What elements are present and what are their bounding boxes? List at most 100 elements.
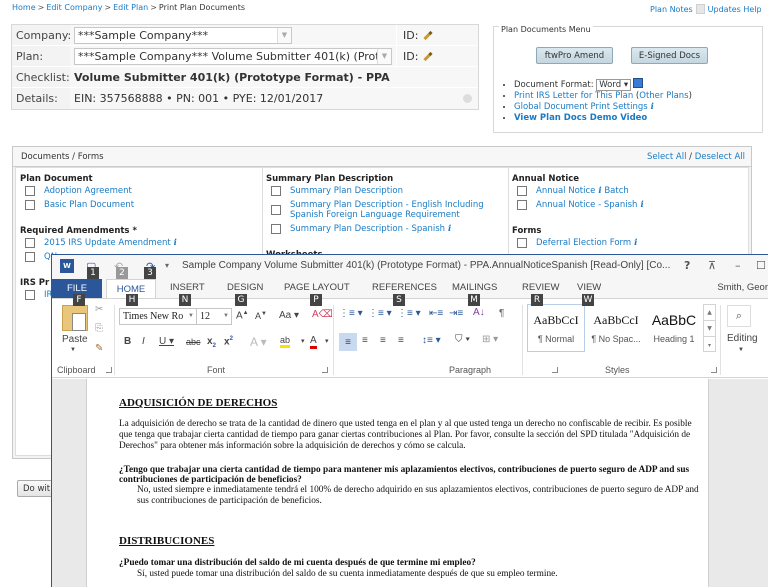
dialog-launcher-icon[interactable]: [106, 367, 112, 373]
superscript-button[interactable]: x2: [224, 336, 233, 347]
updates-help-link[interactable]: Updates Help: [708, 5, 762, 14]
e-signed-docs-button[interactable]: E-Signed Docs: [631, 47, 708, 64]
ribbon-display-icon[interactable]: ⊼: [708, 259, 716, 272]
document-page[interactable]: ADQUISICIÓN DE DERECHOS La adquisición d…: [86, 379, 709, 587]
increase-indent-icon[interactable]: ⇥≡: [449, 308, 463, 319]
document-link[interactable]: Summary Plan Description - Spanish: [290, 224, 445, 234]
chevron-down-icon[interactable]: ▼: [188, 313, 194, 319]
styles-gallery-scroll[interactable]: ▲ ▼ ▾: [703, 304, 716, 352]
tab-page-layout[interactable]: PAGE LAYOUT: [284, 282, 350, 293]
chevron-down-icon[interactable]: ▾: [325, 337, 329, 345]
italic-button[interactable]: I: [142, 336, 145, 347]
info-icon[interactable]: i: [448, 224, 451, 234]
style-heading-1[interactable]: AaBbC Heading 1: [645, 304, 703, 352]
document-link[interactable]: Annual Notice - Spanish: [536, 200, 637, 210]
checkbox[interactable]: [25, 200, 35, 210]
checkbox[interactable]: [271, 224, 281, 234]
strikethrough-button[interactable]: abc: [186, 337, 201, 347]
checkbox[interactable]: [25, 290, 35, 300]
editing-button[interactable]: Editing: [727, 333, 758, 344]
checkbox[interactable]: [25, 238, 35, 248]
company-select[interactable]: ***Sample Company*** ▼: [74, 26, 292, 44]
document-link[interactable]: Annual Notice: [536, 186, 595, 196]
chevron-down-icon[interactable]: ▼: [377, 48, 391, 64]
align-center-button[interactable]: ≡: [362, 335, 368, 346]
checkbox[interactable]: [25, 186, 35, 196]
scroll-up-icon[interactable]: ▲: [704, 305, 715, 321]
info-icon[interactable]: i: [174, 238, 177, 248]
info-icon[interactable]: i: [640, 200, 643, 210]
select-all-link[interactable]: Select All: [647, 152, 686, 162]
document-format-select[interactable]: Word ▾: [596, 79, 632, 91]
global-print-settings-link[interactable]: Global Document Print Settings: [514, 102, 648, 112]
font-name-combo[interactable]: Times New Ro ▼: [119, 308, 197, 325]
style-no-spacing[interactable]: AaBbCcI ¶ No Spac...: [587, 304, 645, 352]
bold-button[interactable]: B: [124, 336, 131, 347]
document-link[interactable]: Adoption Agreement: [44, 186, 132, 196]
plan-select[interactable]: ***Sample Company*** Volume Submitter 40…: [74, 47, 392, 65]
pencil-icon[interactable]: [423, 51, 434, 61]
minimize-icon[interactable]: –: [735, 259, 741, 272]
copy-icon[interactable]: ⎘: [95, 323, 103, 334]
shrink-font-icon[interactable]: A▼: [255, 311, 267, 321]
info-icon[interactable]: i: [651, 102, 654, 112]
more-icon[interactable]: ▾: [704, 337, 715, 353]
chevron-down-icon[interactable]: ▼: [70, 347, 76, 353]
cut-icon[interactable]: ✂: [95, 304, 103, 315]
print-irs-letter-link[interactable]: Print IRS Letter for This Plan: [514, 91, 633, 101]
checkbox[interactable]: [517, 186, 527, 196]
dialog-launcher-icon[interactable]: [322, 367, 328, 373]
font-color-icon[interactable]: A: [310, 335, 317, 349]
change-case-icon[interactable]: Aa ▾: [279, 310, 299, 321]
tab-insert[interactable]: INSERT: [170, 282, 205, 293]
chevron-down-icon[interactable]: ▼: [738, 347, 744, 353]
notes-icon[interactable]: [695, 4, 705, 14]
tab-view[interactable]: VIEW: [577, 282, 601, 293]
tab-mailings[interactable]: MAILINGS: [452, 282, 497, 293]
line-spacing-icon[interactable]: ↕≡ ▾: [422, 335, 441, 346]
demo-video-link[interactable]: View Plan Docs Demo Video: [514, 113, 647, 123]
document-link[interactable]: Summary Plan Description - English Inclu…: [290, 200, 500, 220]
checkbox[interactable]: [25, 252, 35, 262]
shading-icon[interactable]: ⛉ ▾: [455, 334, 470, 345]
grow-font-icon[interactable]: A▲: [236, 310, 249, 321]
customize-qat-icon[interactable]: ▾: [165, 261, 169, 270]
info-icon[interactable]: i: [634, 238, 637, 248]
subscript-button[interactable]: x2: [207, 336, 216, 349]
sort-icon[interactable]: A↓: [473, 307, 485, 318]
justify-button[interactable]: ≡: [398, 335, 404, 346]
decrease-indent-icon[interactable]: ⇤≡: [429, 308, 443, 319]
tab-review[interactable]: REVIEW: [522, 282, 559, 293]
find-icon[interactable]: ⌕: [727, 305, 751, 327]
tab-design[interactable]: DESIGN: [227, 282, 263, 293]
numbering-icon[interactable]: ⋮≡ ▾: [368, 308, 392, 319]
checkbox[interactable]: [271, 186, 281, 196]
scroll-down-icon[interactable]: ▼: [704, 321, 715, 337]
chevron-down-icon[interactable]: ▾: [301, 337, 305, 345]
format-painter-icon[interactable]: ✎: [95, 343, 103, 354]
borders-icon[interactable]: ⊞ ▾: [482, 334, 498, 345]
breadcrumb-home[interactable]: Home: [12, 3, 36, 12]
edit-icon[interactable]: [633, 78, 644, 88]
underline-button[interactable]: U ▾: [159, 336, 174, 347]
document-link[interactable]: Basic Plan Document: [44, 200, 134, 210]
align-left-button[interactable]: ≡: [339, 333, 357, 351]
chevron-down-icon[interactable]: ▼: [277, 27, 291, 43]
tab-references[interactable]: REFERENCES: [372, 282, 437, 293]
text-effects-icon[interactable]: A ▾: [250, 335, 267, 349]
chevron-down-icon[interactable]: ▼: [223, 313, 229, 319]
bullets-icon[interactable]: ⋮≡ ▾: [339, 308, 363, 319]
info-icon[interactable]: [463, 94, 472, 103]
info-icon[interactable]: i: [598, 186, 601, 196]
font-size-combo[interactable]: 12 ▼: [196, 308, 232, 325]
align-right-button[interactable]: ≡: [380, 335, 386, 346]
batch-link[interactable]: Batch: [604, 186, 628, 196]
document-link[interactable]: Deferral Election Form: [536, 238, 631, 248]
document-link[interactable]: 2015 IRS Update Amendment: [44, 238, 171, 248]
dialog-launcher-icon[interactable]: [711, 367, 717, 373]
user-name[interactable]: Smith, Geor: [717, 282, 768, 293]
clear-formatting-icon[interactable]: A⌫: [312, 309, 333, 320]
pencil-icon[interactable]: [423, 30, 434, 40]
show-formatting-icon[interactable]: ¶: [499, 308, 504, 319]
multilevel-list-icon[interactable]: ⋮≡ ▾: [397, 308, 421, 319]
